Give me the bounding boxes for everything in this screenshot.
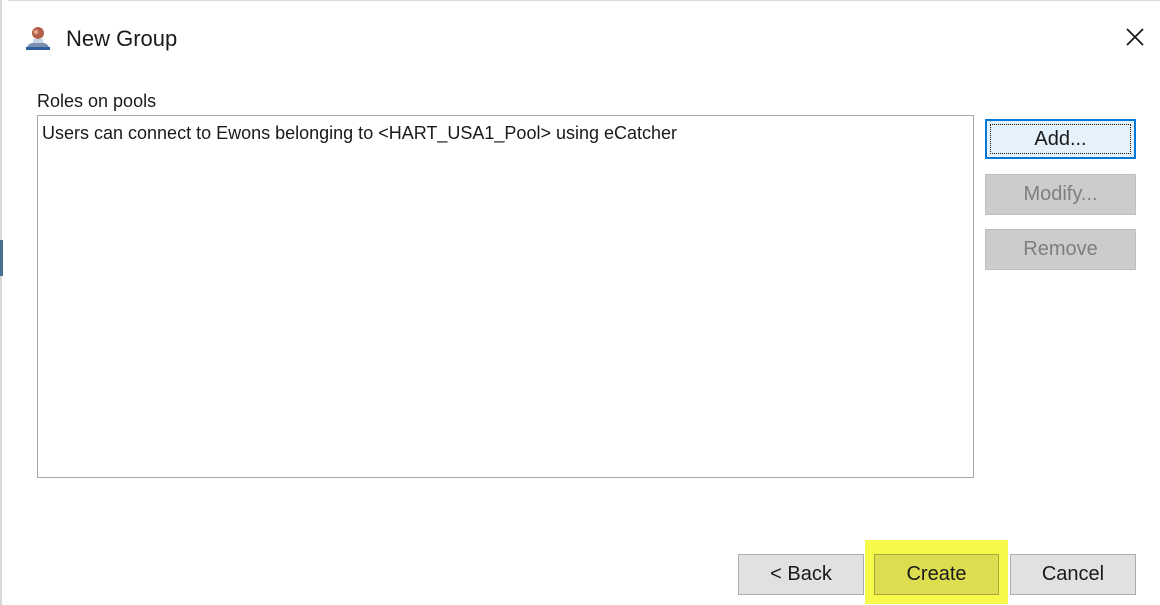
- add-button[interactable]: Add...: [985, 119, 1136, 159]
- close-icon[interactable]: [1118, 20, 1152, 54]
- focus-rectangle: [990, 124, 1131, 154]
- create-button-label: Create: [906, 563, 967, 585]
- new-group-dialog: New Group Roles on pools Users can conne…: [0, 0, 1160, 605]
- remove-button-label: Remove: [1023, 238, 1098, 260]
- window-title: New Group: [66, 26, 178, 51]
- list-item[interactable]: Users can connect to Ewons belonging to …: [38, 116, 973, 145]
- title-bar: New Group: [0, 6, 1160, 68]
- modify-button-label: Modify...: [1023, 183, 1098, 205]
- roles-label: Roles on pools: [37, 91, 157, 111]
- create-button[interactable]: Create: [874, 554, 999, 595]
- group-user-icon: [24, 24, 52, 52]
- back-button-label: < Back: [770, 563, 832, 585]
- edge-accent: [0, 240, 3, 276]
- remove-button[interactable]: Remove: [985, 229, 1136, 270]
- back-button[interactable]: < Back: [738, 554, 864, 595]
- cancel-button-label: Cancel: [1041, 563, 1105, 585]
- cancel-button[interactable]: Cancel: [1010, 554, 1136, 595]
- modify-button[interactable]: Modify...: [985, 174, 1136, 215]
- roles-list[interactable]: Users can connect to Ewons belonging to …: [37, 115, 974, 478]
- window-left-edge: [0, 0, 8, 605]
